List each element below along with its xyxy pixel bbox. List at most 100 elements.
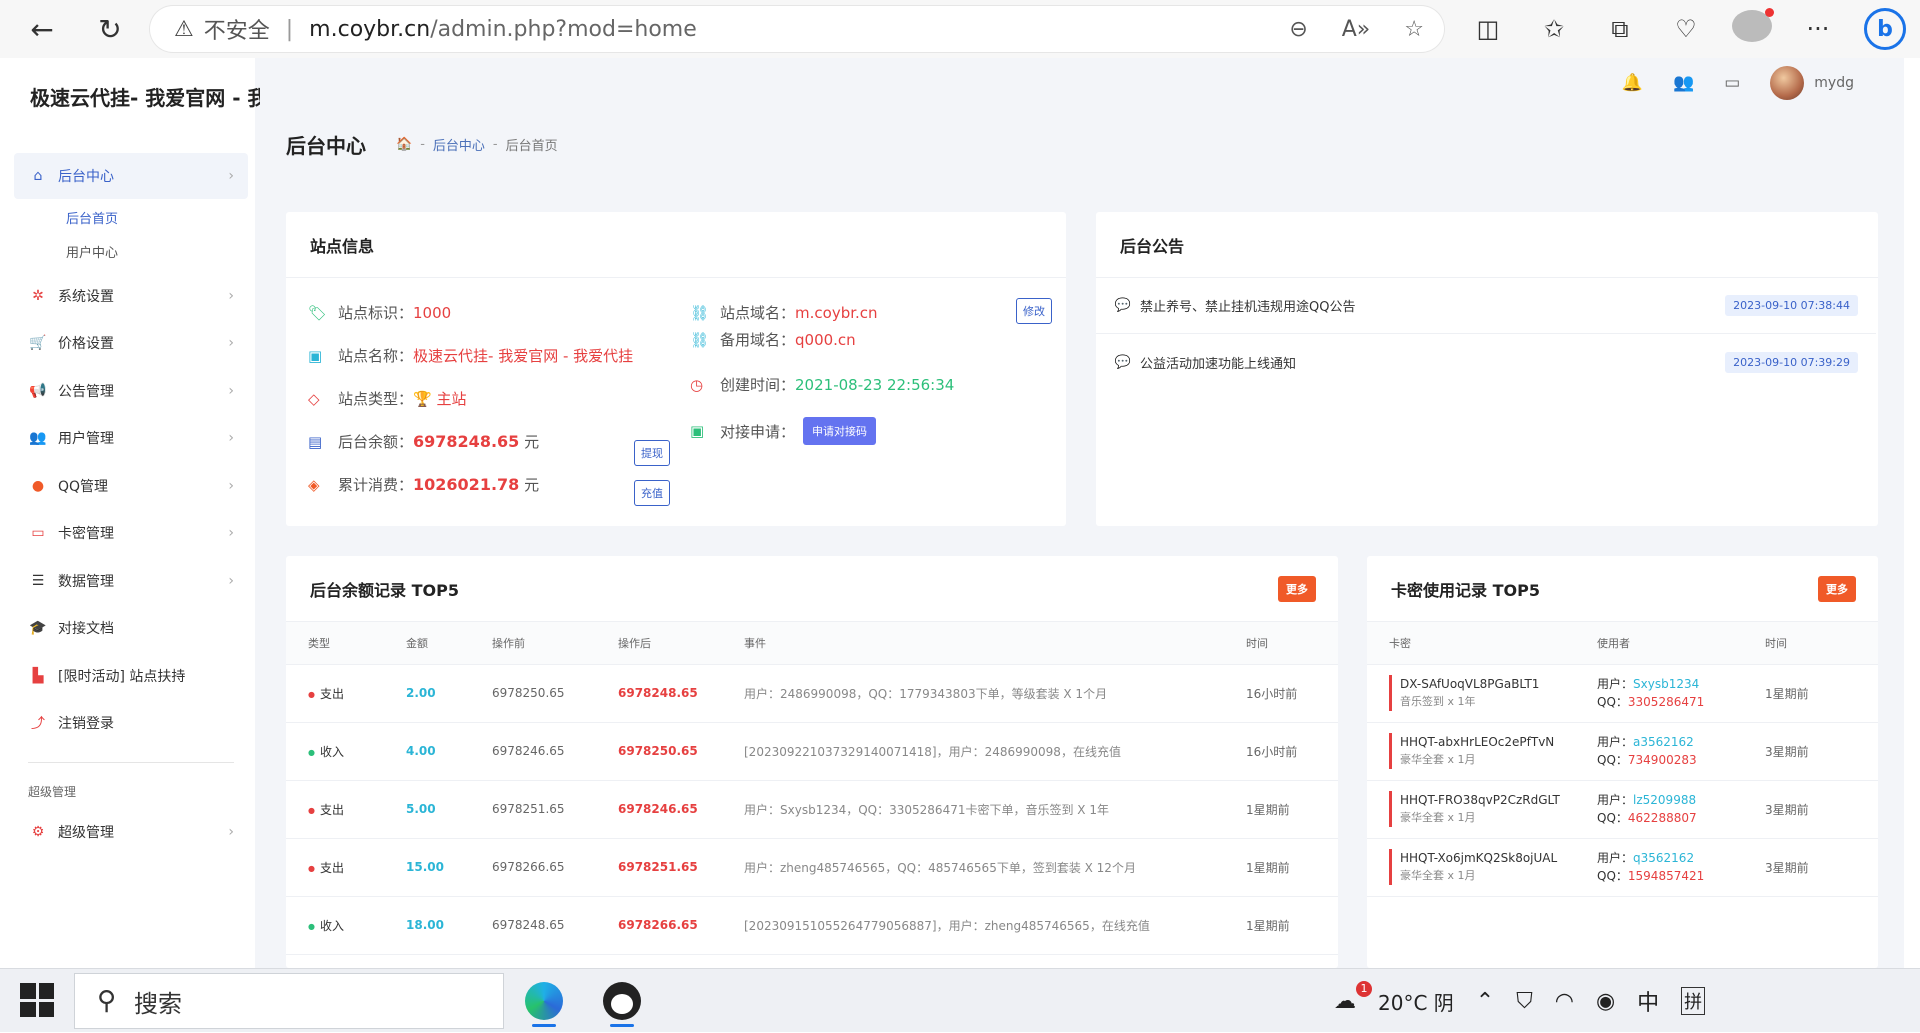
home-icon[interactable]: 🏠 <box>396 137 412 152</box>
sidebar-item-qq-management[interactable]: ● QQ管理 › <box>14 463 248 509</box>
withdraw-button[interactable]: 提现 <box>634 440 670 466</box>
chevron-right-icon: › <box>228 430 234 446</box>
breadcrumb-item[interactable]: 后台中心 <box>433 135 485 154</box>
table-row: ● 收入 18.00 6978248.65 6978266.65 [20230915105… <box>286 896 1338 955</box>
browser-essentials-icon[interactable]: ♡ <box>1666 15 1706 43</box>
sidebar-subitem-user-center[interactable]: 用户中心 <box>14 235 248 269</box>
back-icon[interactable]: ← <box>20 7 64 51</box>
sidebar-item-label: 公告管理 <box>58 383 114 400</box>
shield-icon[interactable]: ⛉ <box>1516 989 1533 1014</box>
sidebar-item-site-support[interactable]: ▙ [限时活动] 站点扶持 <box>14 653 248 699</box>
windows-start-icon[interactable] <box>20 983 54 1017</box>
sidebar-item-label: 对接文档 <box>58 621 114 637</box>
ime-mode[interactable]: 拼 <box>1681 987 1706 1015</box>
site-info-card: 站点信息 🏷 站点标识： 1000 ▣ 站点名称： 极速云代挂- 我爱官网 - … <box>286 212 1066 526</box>
sidebar-item-notice-management[interactable]: 📢 公告管理 › <box>14 368 248 414</box>
sidebar-item-system-settings[interactable]: ✲ 系统设置 › <box>14 273 248 319</box>
refresh-icon[interactable]: ↻ <box>88 7 132 51</box>
apply-code-button[interactable]: 申请对接码 <box>803 417 877 445</box>
sidebar-item-label: 超级管理 <box>58 825 114 841</box>
read-aloud-icon[interactable]: A» <box>1342 17 1371 42</box>
edit-domain-button[interactable]: 修改 <box>1016 298 1052 324</box>
card-desc: 音乐签到 x 1年 <box>1400 695 1476 708</box>
url-path: /admin.php?mod=home <box>430 16 697 42</box>
domain-value: m.coybr.cn <box>795 303 878 322</box>
sidebar-item-dashboard[interactable]: ⌂ 后台中心 › <box>14 153 248 199</box>
favorite-star-icon[interactable]: ☆ <box>1404 17 1424 42</box>
chart-icon: ▙ <box>32 667 44 684</box>
taskbar-edge[interactable] <box>514 973 574 1029</box>
taskbar-search[interactable]: ⚲ 搜索 <box>74 973 504 1029</box>
qq-value: 462288807 <box>1627 811 1697 825</box>
sidebar-item-data-management[interactable]: ☰ 数据管理 › <box>14 558 248 604</box>
profile-icon[interactable] <box>1732 8 1774 48</box>
sidebar-item-card-management[interactable]: ▭ 卡密管理 › <box>14 510 248 556</box>
user-name[interactable]: mydg <box>1814 75 1854 91</box>
brand-title: 极速云代挂- 我爱官网 - 我 <box>30 86 260 110</box>
event-cell: [20230915105526477905688​7]，用户：zheng4857… <box>744 896 1246 955</box>
avatar[interactable] <box>1770 66 1805 100</box>
cart-icon: 🛒 <box>29 335 47 351</box>
topbar-actions: 🔔 👥 ▭ mydg <box>1622 66 1854 100</box>
event-cell: [2023092210373291400714​18]，用户：248699009… <box>744 722 1246 781</box>
clock-icon: ◷ <box>690 375 704 394</box>
favorites-icon[interactable]: ✩ <box>1534 15 1574 43</box>
taskbar-qq[interactable] <box>592 973 652 1029</box>
consume-value: 1026021.78 <box>413 475 520 494</box>
sidebar-subitem-home[interactable]: 后台首页 <box>14 201 248 235</box>
bing-copilot-icon[interactable]: b <box>1864 8 1906 50</box>
after-cell: 6978250.65 <box>618 722 744 781</box>
qq-penguin-icon <box>603 982 641 1020</box>
weather-icon[interactable]: ☁ 1 <box>1334 980 1372 1014</box>
column-header: 操作前 <box>492 622 618 665</box>
notice-item[interactable]: 💬 禁止养号、禁止挂机违规用途QQ公告 2023-09-10 07:38:44 <box>1096 278 1876 334</box>
card-icon[interactable]: ▭ <box>1724 73 1740 93</box>
card-desc: 豪华全套 x 1月 <box>1400 811 1476 824</box>
edge-icon <box>525 982 563 1020</box>
notice-item[interactable]: 💬 公益活动加速功能上线通知 2023-09-10 07:39:29 <box>1096 334 1876 390</box>
sidebar: 极速云代挂- 我爱官网 - 我 ⌂ 后台中心 › 后台首页 用户中心 ✲ 系统设… <box>6 58 260 968</box>
card-title: 后台余额记录 TOP5 更多 <box>286 556 1338 622</box>
consume-row: ◈ 累计消费： 1026021.78 元 <box>308 475 540 494</box>
chevron-up-icon[interactable]: ⌃ <box>1476 989 1494 1014</box>
column-header: 时间 <box>1246 622 1338 665</box>
sidebar-item-api-docs[interactable]: 🎓 对接文档 <box>14 605 248 651</box>
site-name-row: ▣ 站点名称： 极速云代挂- 我爱官网 - 我爱代挂 <box>308 346 634 366</box>
address-bar[interactable]: ⚠ 不安全 | m.coybr.cn/admin.php?mod=home ⊖ … <box>150 6 1444 52</box>
more-menu-icon[interactable]: ··· <box>1798 15 1838 43</box>
users-icon[interactable]: 👥 <box>1673 73 1694 93</box>
card-title: 卡密使用记录 TOP5 更多 <box>1367 556 1878 622</box>
amount-cell: 5.00 <box>406 780 492 839</box>
table-row: HHQT-Xo6jmKQ2Sk8ojUAL 豪华全套 x 1月 用户：q356216… <box>1367 838 1878 897</box>
sidebar-menu: ⌂ 后台中心 › 后台首页 用户中心 ✲ 系统设置 › 🛒 价格设置 › 📢 公… <box>14 153 248 857</box>
volume-icon[interactable]: ◉ <box>1596 989 1615 1014</box>
split-screen-icon[interactable]: ◫ <box>1468 15 1508 43</box>
chat-bubble-icon: 💬 <box>1114 298 1132 313</box>
apply-row: ▣ 对接申请： 申请对接码 <box>690 417 877 445</box>
table-row: DX-SAfUoqVL8PGaBLT1 音乐签到 x 1年 用户：Sxysb1234… <box>1367 664 1878 723</box>
sidebar-item-super-admin[interactable]: ⚙ 超级管理 › <box>14 809 248 855</box>
chevron-right-icon: › <box>228 335 234 351</box>
collections-icon[interactable]: ⧉ <box>1600 15 1640 43</box>
ime-language[interactable]: 中 <box>1637 985 1659 1017</box>
wifi-icon[interactable]: ◠ <box>1555 989 1574 1014</box>
sidebar-item-price-settings[interactable]: 🛒 价格设置 › <box>14 320 248 366</box>
recharge-button[interactable]: 充值 <box>634 480 670 506</box>
before-cell: 6978266.65 <box>492 838 618 897</box>
more-button[interactable]: 更多 <box>1818 576 1856 602</box>
amount-cell: 2.00 <box>406 664 492 723</box>
admin-page: 极速云代挂- 我爱官网 - 我 ⌂ 后台中心 › 后台首页 用户中心 ✲ 系统设… <box>6 58 1904 968</box>
chevron-right-icon: › <box>228 525 234 541</box>
table-row: ● 收入 4.00 6978246.65 6978250.65 [202309221037… <box>286 722 1338 781</box>
zoom-icon[interactable]: ⊖ <box>1289 17 1307 42</box>
more-button[interactable]: 更多 <box>1278 576 1316 602</box>
sidebar-item-user-management[interactable]: 👥 用户管理 › <box>14 415 248 461</box>
time-cell: 3星期前 <box>1765 722 1878 781</box>
column-header: 操作后 <box>618 622 744 665</box>
time-cell: 16小时前 <box>1246 722 1338 781</box>
table-row: ● 支出 2.00 6978250.65 6978248.65 用户：2486990098… <box>286 664 1338 723</box>
weather-text[interactable]: 20°C 阴 <box>1378 987 1454 1016</box>
bell-icon[interactable]: 🔔 <box>1622 73 1643 93</box>
sidebar-item-logout[interactable]: ⤴ 注销登录 <box>14 700 248 746</box>
page-title: 后台中心 <box>286 134 366 158</box>
